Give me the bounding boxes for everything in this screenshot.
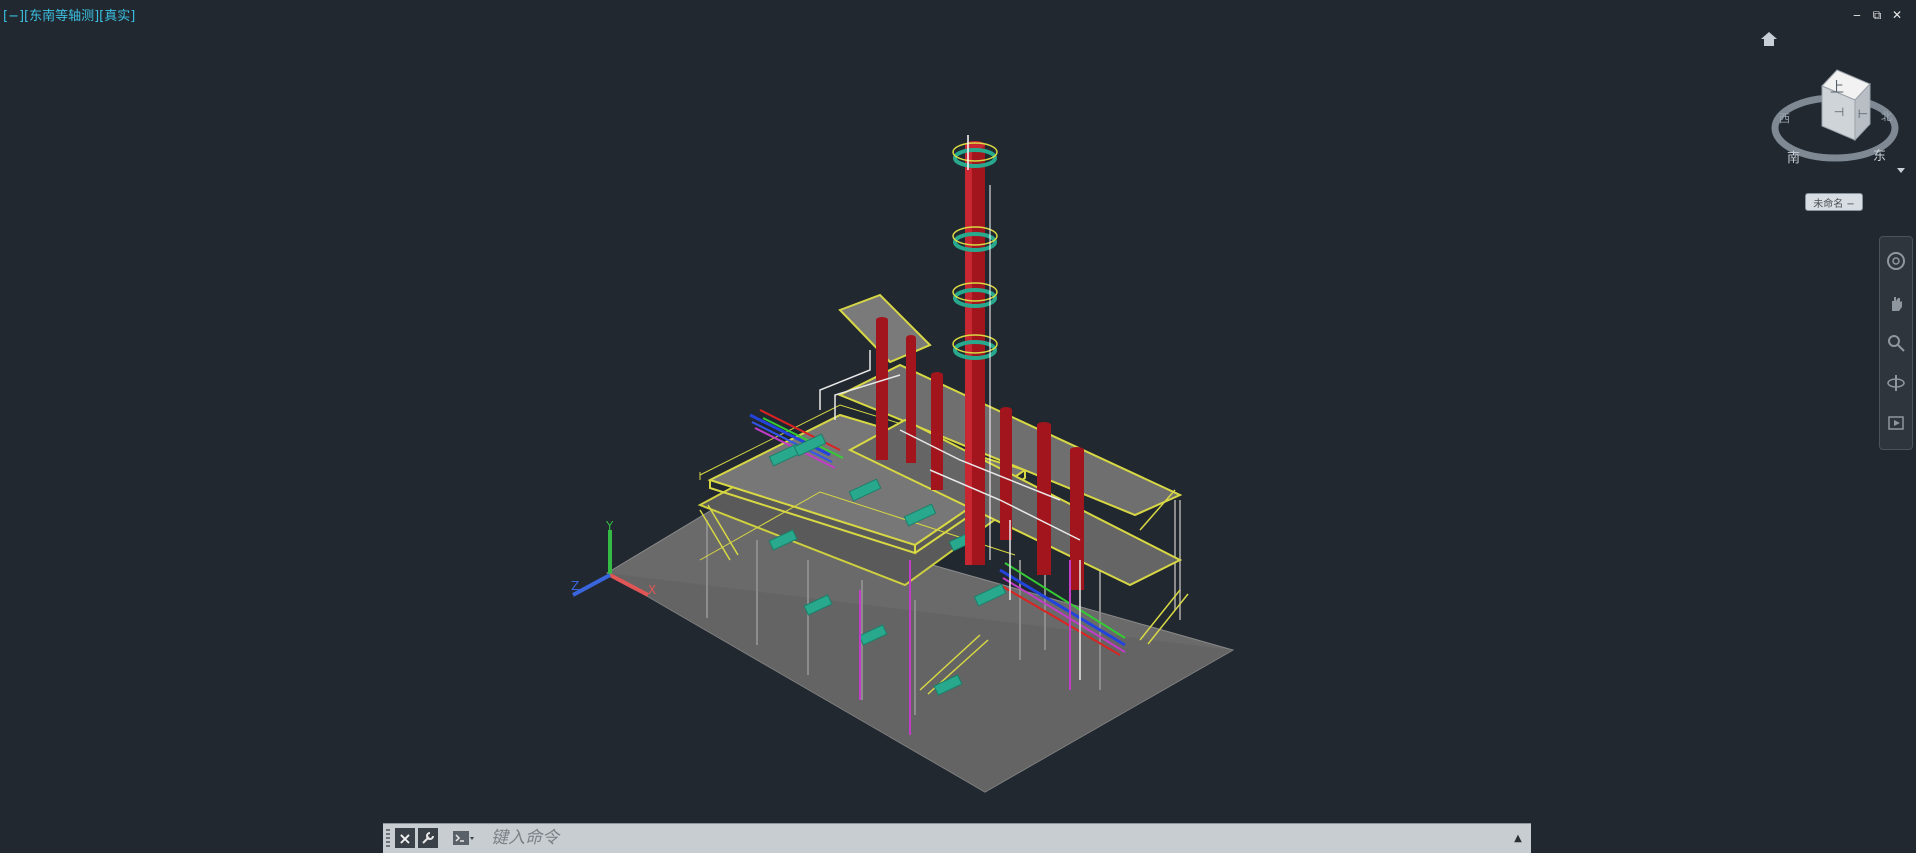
ucs-y-label: Y bbox=[605, 519, 614, 533]
viewcube-front-face[interactable]: ⊣ bbox=[1834, 105, 1844, 119]
pan-hand-icon[interactable] bbox=[1886, 293, 1906, 313]
command-prompt-icon bbox=[453, 831, 474, 845]
command-line: × ▲ bbox=[383, 823, 1531, 853]
ucs-z-label: Z bbox=[571, 579, 579, 593]
ucs-x-label: X bbox=[648, 583, 656, 597]
command-line-grip[interactable] bbox=[386, 829, 390, 849]
compass-south[interactable]: 南 bbox=[1787, 150, 1800, 166]
viewcube-top-face[interactable]: 上 bbox=[1830, 80, 1844, 96]
ucs-menu-button[interactable]: 未命名 − bbox=[1805, 193, 1863, 211]
zoom-icon[interactable] bbox=[1886, 333, 1906, 353]
close-command-line-button[interactable]: × bbox=[395, 828, 415, 848]
compass-north[interactable]: 北 bbox=[1881, 110, 1892, 123]
compass-west[interactable]: 西 bbox=[1779, 112, 1790, 125]
plant-3d-model[interactable]: Y X Z bbox=[0, 0, 1916, 852]
compass-east[interactable]: 东 bbox=[1873, 149, 1886, 164]
command-input[interactable] bbox=[491, 827, 1501, 849]
viewcube[interactable]: 上 ⊣ ⊢ 南 东 西 北 bbox=[1765, 66, 1905, 176]
viewcube-right-face[interactable]: ⊢ bbox=[1858, 107, 1868, 121]
model-viewport[interactable]: [−][东南等轴测][真实] ‒ ⧉ ✕ Y X Z 上 ⊣ ⊢ 南 东 西 北… bbox=[0, 0, 1916, 852]
wrench-icon bbox=[422, 832, 434, 844]
command-settings-button[interactable] bbox=[418, 828, 438, 848]
command-history-button[interactable]: ▲ bbox=[1511, 830, 1525, 846]
orbit-icon[interactable] bbox=[1886, 373, 1906, 393]
recent-commands-button[interactable] bbox=[453, 828, 485, 848]
navigation-bar bbox=[1879, 236, 1913, 450]
showmotion-icon[interactable] bbox=[1886, 413, 1906, 433]
steering-wheel-icon[interactable] bbox=[1886, 251, 1906, 271]
home-icon[interactable] bbox=[1759, 30, 1779, 48]
viewcube-menu-icon bbox=[1897, 168, 1905, 173]
